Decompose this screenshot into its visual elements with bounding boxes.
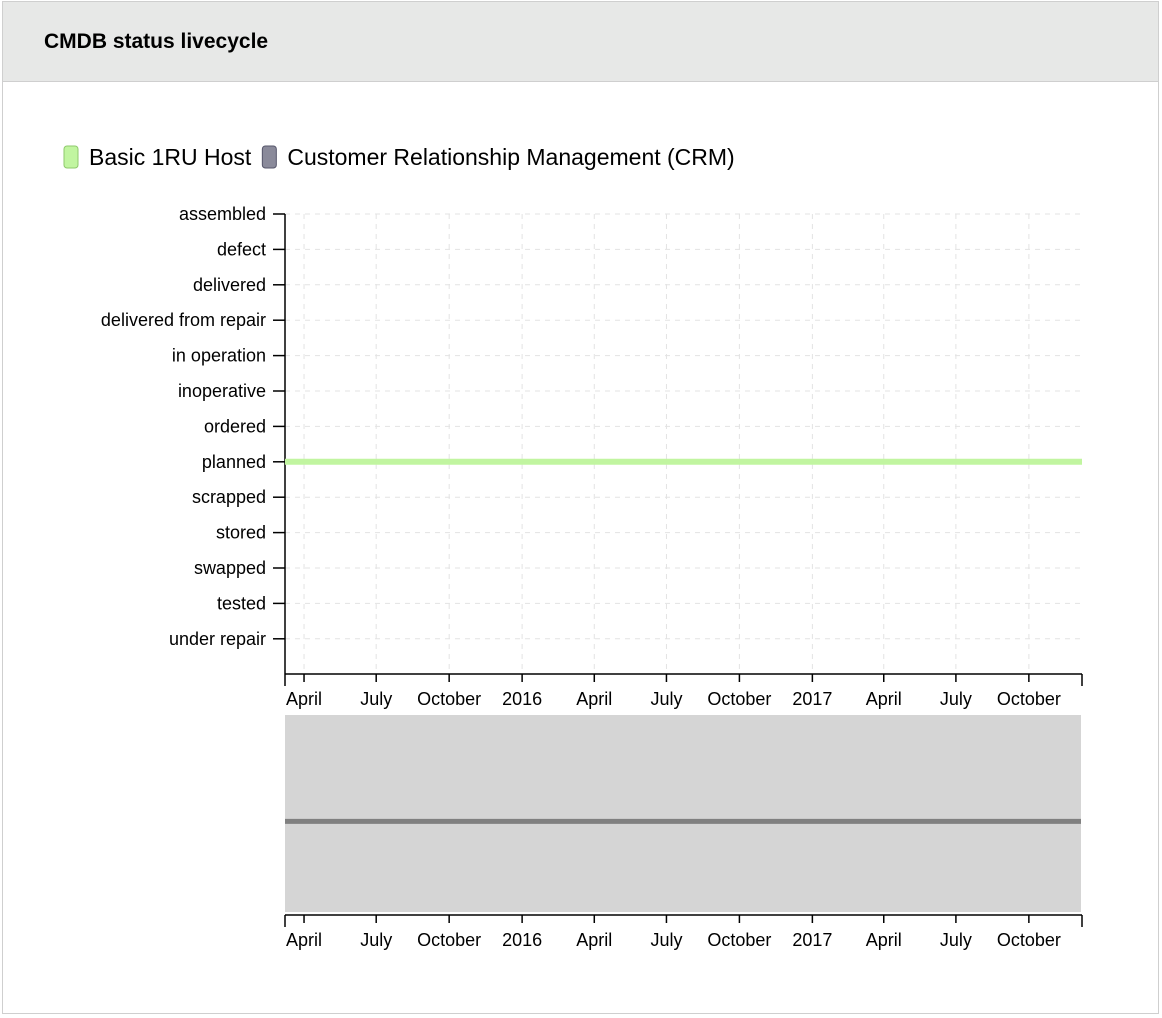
x-axis-tick-label: July [940, 689, 972, 709]
y-tick-label: delivered from repair [101, 310, 266, 330]
x-axis-tick-label: October [417, 689, 481, 709]
x-axis-tick-label: October [707, 689, 771, 709]
y-tick-label: inoperative [178, 381, 266, 401]
y-tick-label: tested [217, 593, 266, 613]
x-axis-tick-label: July [360, 689, 392, 709]
brush-axis-tick-label: October [997, 930, 1061, 950]
y-axis: assembled defect delivered delivered from r… [101, 204, 286, 674]
y-tick-label: under repair [169, 629, 266, 649]
x-axis-tick-label: April [576, 689, 612, 709]
x-axis-tick-label: 2016 [502, 689, 542, 709]
y-tick-label: assembled [179, 204, 266, 224]
brush-axis-tick-label: April [286, 930, 322, 950]
x-axis-tick-label: October [997, 689, 1061, 709]
brush-x-axis: April July October 2016 April July October 2017… [284, 914, 1083, 950]
x-axis-tick-label: 2017 [792, 689, 832, 709]
y-tick-label: stored [216, 523, 266, 543]
y-tick-label: defect [217, 239, 266, 259]
x-axis: April July October 2016 April July October 2017… [284, 673, 1083, 709]
y-tick-label: scrapped [192, 487, 266, 507]
legend-label-1: Basic 1RU Host [89, 144, 252, 170]
brush-axis-tick-label: October [417, 930, 481, 950]
brush-axis-tick-label: July [650, 930, 682, 950]
brush-background [285, 715, 1081, 912]
brush-axis-tick-label: April [576, 930, 612, 950]
x-axis-tick-label: April [286, 689, 322, 709]
legend-label-2: Customer Relationship Management (CRM) [287, 144, 734, 170]
brush-axis-tick-label: October [707, 930, 771, 950]
chart-legend: Basic 1RU Host Customer Relationship Mana… [63, 144, 735, 170]
x-axis-tick-label: April [866, 689, 902, 709]
y-tick-label: in operation [172, 346, 266, 366]
brush-axis-tick-label: 2017 [792, 930, 832, 950]
y-tick-label: delivered [193, 275, 266, 295]
y-tick-label: planned [202, 452, 266, 472]
legend-swatch-1 [63, 145, 79, 169]
legend-swatch-2 [261, 145, 277, 169]
y-tick-label: swapped [194, 558, 266, 578]
brush-axis-tick-label: April [866, 930, 902, 950]
status-lifecycle-chart: Basic 1RU Host Customer Relationship Mana… [63, 144, 1083, 950]
brush-axis-tick-label: July [940, 930, 972, 950]
brush-axis-tick-label: July [360, 930, 392, 950]
x-axis-tick-label: July [650, 689, 682, 709]
chart-grid [285, 213, 1082, 674]
brush-axis-tick-label: 2016 [502, 930, 542, 950]
y-tick-label: ordered [204, 416, 266, 436]
time-brush[interactable] [285, 715, 1081, 912]
